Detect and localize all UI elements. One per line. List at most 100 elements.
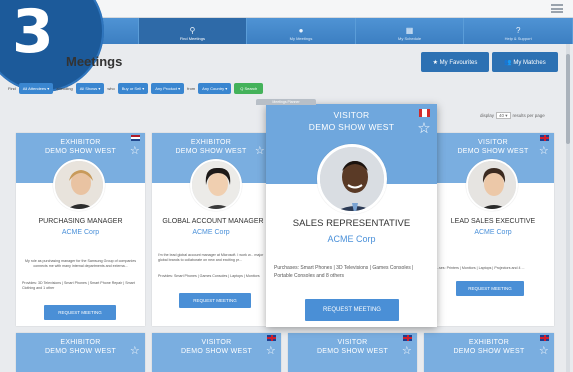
from-label: from [187, 85, 196, 91]
shows-dropdown[interactable]: All Shows ▾ [75, 82, 105, 94]
attendees-dropdown[interactable]: All Attendees ▾ [18, 82, 54, 94]
country-dropdown[interactable]: Any Country ▾ [198, 82, 232, 94]
favourite-star-icon[interactable]: ☆ [539, 346, 549, 357]
my-favourites-button[interactable]: ★ My Favourites [421, 52, 489, 72]
results-per-page-select[interactable]: 40 ▾ [496, 112, 511, 119]
nav-item-help-support[interactable]: ? Help & Support [464, 18, 573, 44]
company-link[interactable]: ACME Corp [152, 229, 270, 236]
show-name: DEMO SHOW WEST [44, 148, 117, 155]
calendar-icon: ▦ [405, 26, 414, 35]
attendee-type: EXHIBITOR [60, 139, 101, 146]
step-number: 3 [12, 0, 54, 67]
chat-bubbles-icon: ● [298, 26, 304, 35]
step-badge: 3 [0, 0, 104, 92]
avatar [190, 159, 242, 211]
nav-item-my-schedule[interactable]: ▦ My Schedule [356, 18, 465, 44]
product-dropdown[interactable]: Any Product ▾ [151, 82, 185, 94]
purchases-text: Purchases: Smart Phones | 3D Televisions… [274, 265, 414, 279]
job-title: SALES REPRESENTATIVE [292, 218, 411, 229]
favourite-star-icon[interactable]: ☆ [266, 346, 276, 357]
request-meeting-button[interactable]: REQUEST MEETING [44, 305, 116, 320]
uk-flag-icon [540, 135, 549, 141]
purchases-text: ...ses: Printers | Monitors | Laptops | … [436, 266, 525, 270]
netherlands-flag-icon [131, 135, 140, 141]
attendee-card: EXHIBITOR DEMO SHOW WEST ☆ GLOBAL ACCOUN… [152, 133, 270, 326]
attendee-card: VISITOR DEMO SHOW WEST ☆ LEAD SALES EXEC… [432, 133, 554, 326]
nav-label: My Schedule [398, 36, 422, 41]
who-label: who [107, 85, 115, 91]
favourite-star-icon[interactable]: ☆ [417, 121, 431, 136]
search-button[interactable]: Q Search [234, 82, 264, 94]
provides-text: Provides: 3D Televisions | Smart Phones … [22, 281, 135, 290]
page-scrollbar[interactable] [566, 44, 570, 372]
buy-sell-dropdown[interactable]: Buy or Sell ▾ [117, 82, 149, 94]
attendee-type: VISITOR [337, 339, 368, 346]
attendee-type: EXHIBITOR [468, 339, 510, 346]
avatar [466, 159, 518, 211]
find-label: Find [8, 85, 16, 91]
nav-item-my-meetings[interactable]: ● My Meetings [247, 18, 356, 44]
company-link[interactable]: ACME Corp [432, 229, 554, 236]
my-matches-button[interactable]: 👥 My Matches [492, 52, 558, 72]
job-title: GLOBAL ACCOUNT MANAGER [162, 218, 264, 225]
nav-label: Help & Support [504, 36, 532, 41]
bio-text: My role as purchasing manager for the Sa… [24, 259, 137, 268]
card-header: VISITOR DEMO SHOW WEST ☆ [152, 333, 281, 372]
attendee-type: EXHIBITOR [190, 139, 232, 146]
show-name: DEMO SHOW WEST [180, 348, 253, 355]
attendee-type: VISITOR [333, 110, 370, 120]
show-name: DEMO SHOW WEST [453, 348, 525, 355]
nav-label: Find Meetings [179, 36, 205, 41]
main-nav: ▤ Exhibitor Directory ⚲ Find Meetings ● … [30, 18, 573, 44]
featured-attendee-card: VISITOR DEMO SHOW WEST ☆ SALES REPRESENT… [266, 104, 437, 327]
attending-label: attending [56, 85, 73, 91]
show-name: DEMO SHOW WEST [316, 348, 389, 355]
attendee-card: VISITOR DEMO SHOW WEST ☆ [152, 333, 281, 372]
show-name: DEMO SHOW WEST [175, 148, 247, 155]
uk-flag-icon [267, 335, 276, 341]
results-per-page: display 40 ▾ results per page [480, 112, 545, 119]
nav-label: My Meetings [289, 36, 313, 41]
nav-item-find-meetings[interactable]: ⚲ Find Meetings [138, 18, 248, 44]
request-meeting-button[interactable]: REQUEST MEETING [179, 293, 251, 308]
show-name: DEMO SHOW WEST [457, 148, 529, 155]
provides-text: Provides: Smart Phones | Games Consoles … [158, 274, 260, 278]
menu-icon[interactable] [551, 4, 563, 13]
avatar [317, 144, 387, 214]
attendee-card: EXHIBITOR DEMO SHOW WEST ☆ [16, 333, 145, 372]
uk-flag-icon [540, 335, 549, 341]
job-title: PURCHASING MANAGER [38, 218, 123, 225]
help-icon: ? [515, 26, 521, 35]
card-header: EXHIBITOR DEMO SHOW WEST ☆ [424, 333, 554, 372]
results-label: results per page [512, 113, 545, 118]
job-title: LEAD SALES EXECUTIVE [450, 218, 536, 225]
attendee-type: VISITOR [201, 339, 232, 346]
search-icon: ⚲ [189, 26, 196, 35]
card-header: EXHIBITOR DEMO SHOW WEST ☆ [16, 333, 145, 372]
canada-flag-icon [419, 109, 430, 117]
company-link[interactable]: ACME Corp [266, 234, 437, 244]
attendee-type: VISITOR [478, 139, 508, 146]
attendee-card: EXHIBITOR DEMO SHOW WEST ☆ [424, 333, 554, 372]
avatar [53, 159, 105, 211]
favourite-star-icon[interactable]: ☆ [255, 146, 265, 157]
favourite-star-icon[interactable]: ☆ [402, 346, 412, 357]
display-label: display [480, 113, 495, 118]
favourite-star-icon[interactable]: ☆ [539, 146, 549, 157]
company-link[interactable]: ACME Corp [16, 229, 145, 236]
attendee-type: EXHIBITOR [60, 339, 101, 346]
show-name: DEMO SHOW WEST [308, 122, 395, 132]
show-name: DEMO SHOW WEST [44, 348, 117, 355]
card-header: VISITOR DEMO SHOW WEST ☆ [288, 333, 417, 372]
favourite-star-icon[interactable]: ☆ [130, 346, 140, 357]
bio-text: I'm the lead global account manager at M… [158, 253, 264, 262]
page-title: Meetings [66, 54, 123, 69]
uk-flag-icon [403, 335, 412, 341]
meetings-planner-tab[interactable]: Meetings Planner [256, 99, 316, 105]
scrollbar-thumb[interactable] [566, 54, 570, 144]
attendee-card: EXHIBITOR DEMO SHOW WEST ☆ PURCHASING MA… [16, 133, 145, 326]
favourite-star-icon[interactable]: ☆ [130, 146, 140, 157]
request-meeting-button[interactable]: REQUEST MEETING [456, 281, 524, 296]
request-meeting-button[interactable]: REQUEST MEETING [305, 299, 399, 321]
attendee-card: VISITOR DEMO SHOW WEST ☆ [288, 333, 417, 372]
